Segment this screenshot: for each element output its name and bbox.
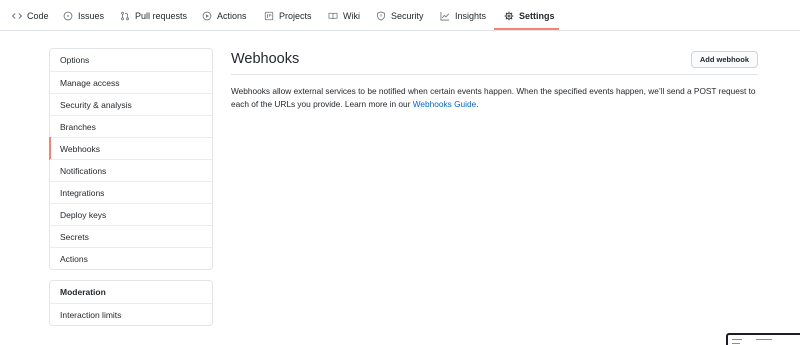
tab-projects[interactable]: Projects xyxy=(264,0,312,31)
project-icon xyxy=(264,11,274,21)
play-icon xyxy=(202,11,212,21)
tab-security-label: Security xyxy=(391,10,424,21)
tab-pull-requests[interactable]: Pull requests xyxy=(120,0,187,31)
sidebar-item-actions[interactable]: Actions xyxy=(50,247,212,269)
tab-insights[interactable]: Insights xyxy=(440,0,486,31)
tab-actions-label: Actions xyxy=(217,10,247,21)
gear-icon xyxy=(504,11,514,21)
moderation-heading: Moderation xyxy=(60,287,106,297)
sidebar-item-notifications[interactable]: Notifications xyxy=(50,159,212,181)
webhooks-guide-link[interactable]: Webhooks Guide xyxy=(413,99,477,109)
tab-projects-label: Projects xyxy=(279,10,312,21)
git-pull-request-icon xyxy=(120,11,130,21)
tab-wiki-label: Wiki xyxy=(343,10,360,21)
code-icon xyxy=(12,11,22,21)
shield-icon xyxy=(376,11,386,21)
settings-sidebar-menu: Options Manage access Security & analysi… xyxy=(49,48,213,270)
book-icon xyxy=(328,11,338,21)
repo-nav-tabs: Code Issues Pull requests Actions Projec… xyxy=(0,0,800,31)
active-tab-underline xyxy=(494,28,559,30)
sidebar-item-options[interactable]: Options xyxy=(50,49,212,71)
webhooks-description: Webhooks allow external services to be n… xyxy=(231,85,761,111)
sidebar-item-webhooks[interactable]: Webhooks xyxy=(49,137,212,160)
tab-code-label: Code xyxy=(27,10,49,21)
tab-settings-label: Settings xyxy=(519,10,555,21)
sidebar-item-branches[interactable]: Branches xyxy=(50,115,212,137)
tab-issues[interactable]: Issues xyxy=(63,0,104,31)
tab-issues-label: Issues xyxy=(78,10,105,21)
page-title: Webhooks xyxy=(231,51,300,67)
sidebar-item-manage-access[interactable]: Manage access xyxy=(50,71,212,93)
description-end: . xyxy=(476,99,479,109)
tab-settings[interactable]: Settings xyxy=(504,0,555,31)
graph-icon xyxy=(440,11,450,21)
tab-insights-label: Insights xyxy=(455,10,487,21)
sidebar-item-secrets[interactable]: Secrets xyxy=(50,225,212,247)
screen-corner-thumbnail xyxy=(726,333,800,345)
description-text: Webhooks allow external services to be n… xyxy=(231,86,756,109)
webhooks-header: Webhooks Add webhook xyxy=(231,44,758,75)
tab-actions[interactable]: Actions xyxy=(202,0,247,31)
tab-code[interactable]: Code xyxy=(12,0,49,31)
sidebar-item-integrations[interactable]: Integrations xyxy=(50,181,212,203)
sidebar-item-interaction-limits[interactable]: Interaction limits xyxy=(50,303,212,325)
sidebar-item-deploy-keys[interactable]: Deploy keys xyxy=(50,203,212,225)
add-webhook-button[interactable]: Add webhook xyxy=(690,51,758,68)
tab-security[interactable]: Security xyxy=(376,0,424,31)
moderation-menu: Moderation Interaction limits xyxy=(49,280,213,326)
sidebar-item-security-analysis[interactable]: Security & analysis xyxy=(50,93,212,115)
tab-wiki[interactable]: Wiki xyxy=(328,0,360,31)
webhooks-panel: Webhooks Add webhook Webhooks allow exte… xyxy=(231,44,758,111)
issue-opened-icon xyxy=(63,11,73,21)
tab-pull-requests-label: Pull requests xyxy=(135,10,188,21)
